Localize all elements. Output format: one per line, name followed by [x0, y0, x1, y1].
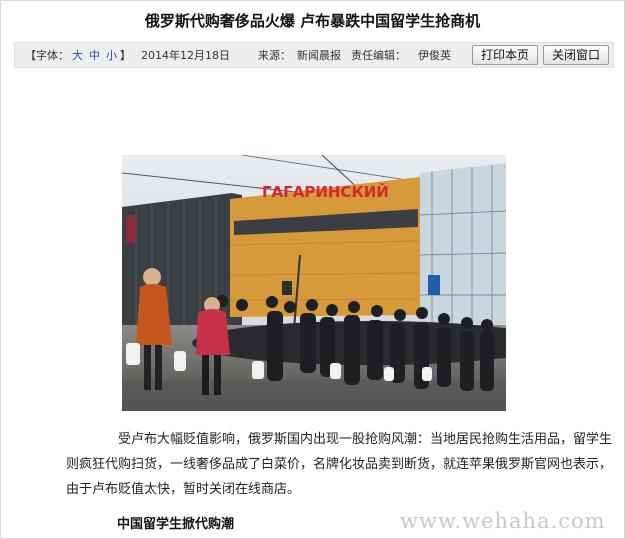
publish-date: 2014年12月18日: [141, 49, 230, 62]
editor-label: 责任编辑：: [351, 49, 406, 62]
font-size-large-link[interactable]: 大: [72, 49, 83, 62]
editor-name: 伊俊英: [418, 49, 451, 62]
font-size-selector: 【字体：大中小】: [25, 47, 131, 63]
article-subheading: 中国留学生掀代购潮: [117, 517, 235, 532]
mall-sign-text: ГАГАРИНСКИЙ: [262, 182, 389, 201]
font-size-prefix: 【字体：: [25, 49, 69, 62]
article-photo: ГАГАРИНСКИЙ: [122, 155, 506, 411]
site-watermark: www.wehaha.com: [400, 509, 606, 533]
article-meta-bar: 【字体：大中小】 2014年12月18日 来源： 新闻晨报 责任编辑： 伊俊英 …: [14, 42, 614, 68]
source-label: 来源：: [258, 49, 291, 62]
print-page-button[interactable]: 打印本页: [472, 45, 538, 65]
shopping-mall-crowd-image: ГАГАРИНСКИЙ: [122, 155, 506, 411]
font-size-suffix: 】: [120, 49, 131, 62]
close-window-button[interactable]: 关闭窗口: [543, 45, 609, 65]
article-headline: 俄罗斯代购奢侈品火爆 卢布暴跌中国留学生抢商机: [144, 12, 481, 30]
font-size-small-link[interactable]: 小: [106, 49, 117, 62]
source-name: 新闻晨报: [297, 49, 341, 62]
font-size-medium-link[interactable]: 中: [89, 49, 100, 62]
article-body-paragraph: 受卢布大幅贬值影响，俄罗斯国内出现一股抢购风潮：当地居民抢购生活用品，留学生则疯…: [66, 432, 613, 497]
